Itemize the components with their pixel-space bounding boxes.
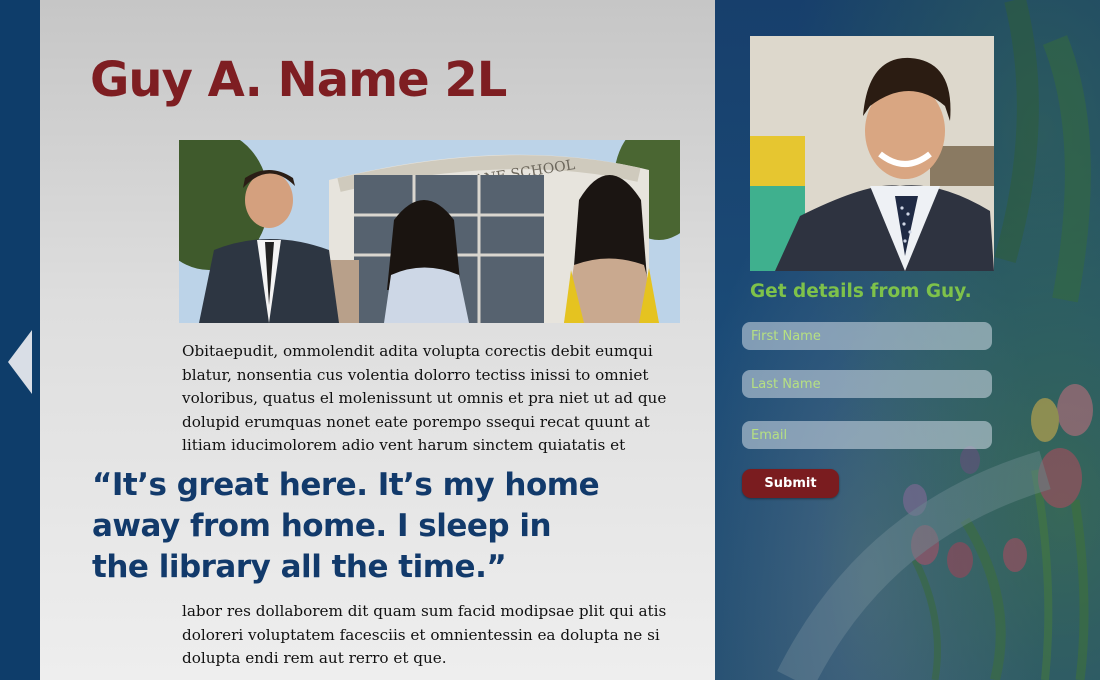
first-name-field[interactable]: [742, 322, 992, 350]
pull-quote: “It’s great here. It’s my home away from…: [92, 467, 600, 585]
triangle-left-icon[interactable]: [8, 330, 32, 394]
profile-portrait: [750, 36, 994, 271]
left-rail: [0, 0, 40, 680]
page-title: Guy A. Name 2L: [90, 52, 507, 108]
body-paragraph-2: labor res dollaborem dit quam sum facid …: [182, 602, 667, 667]
email-field[interactable]: [742, 421, 992, 449]
body-paragraph-1: Obitaepudit, ommolendit adita volupta co…: [182, 342, 667, 454]
hero-photo: URICE A. DEANE SCHOOL: [179, 140, 680, 323]
contact-sidebar: Get details from Guy. Submit: [715, 0, 1100, 680]
main-content: Guy A. Name 2L URICE A. DEANE SCHOOL: [40, 0, 715, 680]
submit-button[interactable]: Submit: [742, 469, 839, 498]
contact-heading: Get details from Guy.: [750, 281, 972, 302]
last-name-field[interactable]: [742, 370, 992, 398]
